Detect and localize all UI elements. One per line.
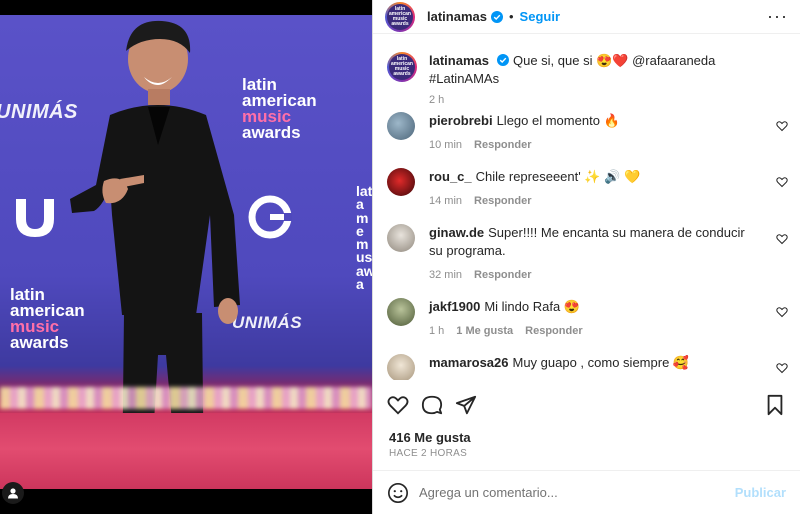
post-details-panel: latin american music awards latinamas • …	[372, 0, 800, 514]
comment-username[interactable]: jakf1900	[429, 299, 480, 314]
comment-text: Chile represeeent' ✨ 🔊 💛	[475, 169, 641, 184]
comment-time[interactable]: 32 min	[429, 269, 462, 281]
commenter-avatar[interactable]	[387, 168, 415, 196]
comment-meta: 1 h 1 Me gusta Responder	[429, 325, 786, 337]
caption-time[interactable]: 2 h	[429, 94, 444, 106]
person-icon	[8, 488, 18, 499]
comment-text-line: ginaw.de Super!!!! Me encanta su manera d…	[429, 224, 762, 260]
comment-item: ginaw.de Super!!!! Me encanta su manera d…	[373, 224, 800, 281]
post-timestamp[interactable]: HACE 2 HORAS	[389, 448, 467, 459]
caption-text-line: latinamas Que si, que si 😍❤️ @rafaaraneda…	[429, 52, 786, 88]
comment-text: Llego el momento 🔥	[496, 113, 620, 128]
post-photo-panel: UNIMÁS latin american music awards lat a…	[0, 0, 372, 514]
like-comment-heart-icon[interactable]	[776, 306, 788, 318]
follow-button[interactable]: Seguir	[520, 9, 560, 24]
comment-item: mamarosa26 Muy guapo , como siempre 🥰	[373, 354, 800, 380]
comment-meta: 10 min Responder	[429, 139, 786, 151]
reply-button[interactable]: Responder	[474, 269, 531, 281]
comment-meta: 14 min Responder	[429, 195, 786, 207]
reply-button[interactable]: Responder	[525, 325, 582, 337]
comment-text-line: rou_c_ Chile represeeent' ✨ 🔊 💛	[429, 168, 786, 186]
likes-count[interactable]: 416 Me gusta	[389, 430, 471, 445]
avatar-logo-text: latin american music awards	[387, 3, 413, 30]
comment-time[interactable]: 10 min	[429, 139, 462, 151]
red-carpet	[0, 413, 372, 489]
comments-list[interactable]: latin american music awards latinamas Que…	[373, 40, 800, 380]
verified-badge-icon	[496, 54, 509, 66]
commenter-avatar[interactable]	[387, 224, 415, 252]
reply-button[interactable]: Responder	[474, 139, 531, 151]
post-photo[interactable]: UNIMÁS latin american music awards lat a…	[0, 15, 372, 489]
comment-item: pierobrebi Llego el momento 🔥 10 min Resp…	[373, 112, 800, 151]
commenter-avatar[interactable]	[387, 112, 415, 140]
comment-text: Mi lindo Rafa 😍	[484, 299, 580, 314]
publish-button[interactable]: Publicar	[735, 485, 786, 500]
like-comment-heart-icon[interactable]	[776, 176, 788, 188]
commenter-avatar[interactable]	[387, 354, 415, 380]
wall-side-text: lat ame mus awa	[356, 183, 372, 293]
comment-meta: 32 min Responder	[429, 269, 762, 281]
tagged-people-button[interactable]	[2, 482, 24, 504]
author-username[interactable]: latinamas	[427, 9, 487, 24]
post-header: latin american music awards latinamas • …	[373, 0, 800, 34]
post-actions-bar	[387, 392, 786, 418]
comment-username[interactable]: rou_c_	[429, 169, 472, 184]
comment-time[interactable]: 14 min	[429, 195, 462, 207]
comment-text-line: pierobrebi Llego el momento 🔥	[429, 112, 786, 130]
like-comment-heart-icon[interactable]	[776, 362, 788, 374]
separator-dot: •	[508, 9, 514, 24]
avatar-logo-text: latin american music awards	[389, 54, 415, 80]
add-comment-bar: Publicar	[373, 470, 800, 514]
caption-author-avatar[interactable]: latin american music awards	[387, 52, 417, 82]
caption-meta: 2 h	[429, 94, 786, 106]
stage-lights	[0, 387, 372, 409]
post-caption: latin american music awards latinamas Que…	[373, 52, 800, 106]
share-paper-plane-icon[interactable]	[455, 394, 477, 416]
comment-time[interactable]: 1 h	[429, 325, 444, 337]
comment-bubble-icon[interactable]	[421, 394, 443, 416]
caption-username[interactable]: latinamas	[429, 53, 489, 68]
like-comment-heart-icon[interactable]	[776, 233, 788, 245]
emoji-smiley-icon[interactable]	[387, 482, 409, 504]
comment-input[interactable]	[419, 485, 735, 500]
commenter-avatar[interactable]	[387, 298, 415, 326]
author-avatar[interactable]: latin american music awards	[385, 1, 415, 32]
comment-username[interactable]: pierobrebi	[429, 113, 493, 128]
like-comment-heart-icon[interactable]	[776, 120, 788, 132]
comment-text-line: mamarosa26 Muy guapo , como siempre 🥰	[429, 354, 786, 372]
comment-item: jakf1900 Mi lindo Rafa 😍 1 h 1 Me gusta R…	[373, 298, 800, 337]
comment-item: rou_c_ Chile represeeent' ✨ 🔊 💛 14 min Re…	[373, 168, 800, 207]
comment-text-line: jakf1900 Mi lindo Rafa 😍	[429, 298, 786, 316]
comment-username[interactable]: ginaw.de	[429, 225, 484, 240]
more-options-icon[interactable]: ···	[767, 6, 788, 27]
like-heart-icon[interactable]	[387, 394, 409, 416]
univision-logo	[16, 199, 54, 237]
verified-badge-icon	[490, 10, 503, 23]
comment-likes-count[interactable]: 1 Me gusta	[456, 325, 513, 337]
comment-username[interactable]: mamarosa26	[429, 355, 509, 370]
save-bookmark-icon[interactable]	[764, 394, 786, 416]
reply-button[interactable]: Responder	[474, 195, 531, 207]
post-modal: UNIMÁS latin american music awards lat a…	[0, 0, 800, 514]
comment-text: Muy guapo , como siempre 🥰	[512, 355, 690, 370]
